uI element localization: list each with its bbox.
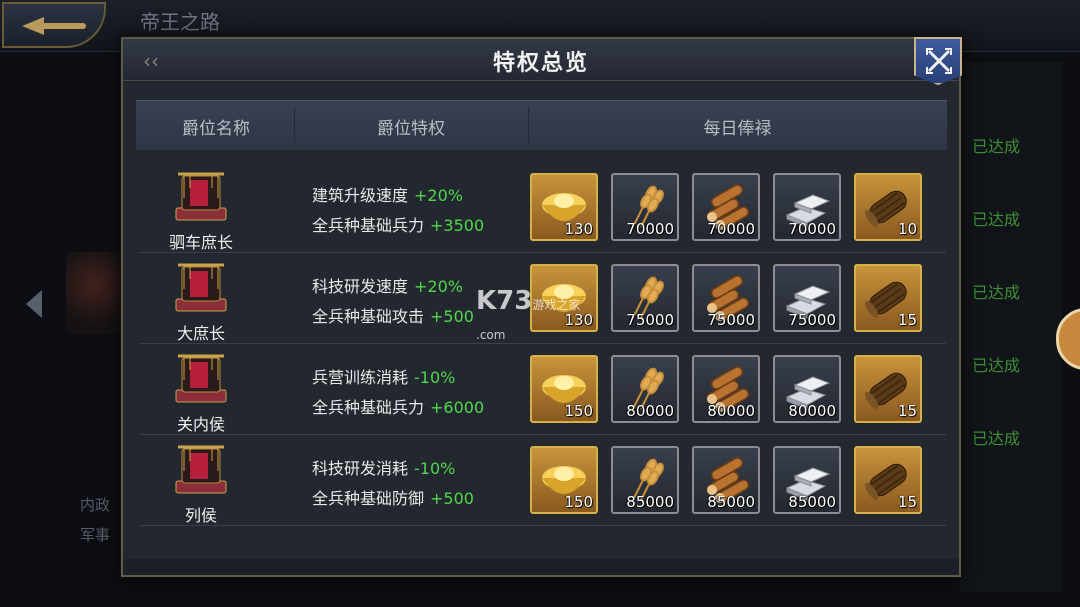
page-title: 帝王之路 [140,10,220,34]
rank-emblem-icon [175,354,227,403]
reward-count: 80000 [626,402,674,420]
reward-count: 75000 [788,311,836,329]
reward-count: 15 [897,311,917,329]
reward-count: 80000 [707,402,755,420]
reward-count: 80000 [788,402,836,420]
reward-item[interactable]: 15 [854,264,922,332]
reward-count: 150 [564,402,593,420]
reward-item[interactable]: 85000 [611,446,679,514]
close-button[interactable] [914,37,962,85]
reward-item[interactable]: 70000 [692,173,760,241]
rank-row: 驷车庶长 建筑升级速度 +20% 全兵种基础兵力 +3500 130 70000 70000 7… [140,163,946,253]
reward-count: 10 [897,220,917,238]
reward-item[interactable]: 80000 [692,355,760,423]
achieved-label: 已达成 [972,210,1021,229]
rank-emblem-icon [175,263,227,312]
privilege-line: 全兵种基础攻击 +500 [312,303,474,327]
rank-icon [168,168,234,226]
privilege-line: 全兵种基础兵力 +3500 [312,212,484,236]
rank-row: 关内侯 兵营训练消耗 -10% 全兵种基础兵力 +6000 150 80000 80000 80… [140,345,946,435]
military-label: 军事 [80,526,111,544]
achieved-label: 已达成 [972,356,1021,375]
rank-name: 关内侯 [176,415,225,434]
domestic-label: 内政 [80,496,111,514]
reward-count: 150 [564,493,593,511]
privilege-line: 全兵种基础兵力 +6000 [312,394,484,418]
privilege-line: 科技研发消耗 -10% [312,455,455,479]
watermark: K73游戏之家 .com [476,286,581,342]
privilege-label: 科技研发消耗 [312,459,409,478]
achieved-label: 已达成 [972,137,1021,156]
reward-count: 75000 [626,311,674,329]
reward-item[interactable]: 75000 [611,264,679,332]
achieved-label: 已达成 [972,429,1021,448]
rank-name: 驷车庶长 [168,233,233,252]
reward-item[interactable]: 10 [854,173,922,241]
reward-item[interactable]: 15 [854,446,922,514]
reward-count: 70000 [788,220,836,238]
back-arrow-icon [22,17,44,35]
rank-icon [168,259,234,317]
reward-item[interactable]: 150 [530,446,598,514]
privilege-value: -10% [414,368,456,387]
reward-count: 70000 [626,220,674,238]
header-daily-salary: 每日俸禄 [703,119,772,139]
privilege-line: 建筑升级速度 +20% [312,182,463,206]
dialog-header: ‹‹ 特权总览 [123,39,959,81]
reward-item[interactable]: 80000 [611,355,679,423]
dialog-title: 特权总览 [492,51,589,76]
privilege-line: 兵营训练消耗 -10% [312,364,455,388]
privilege-line: 全兵种基础防御 +500 [312,485,474,509]
privilege-value: +500 [430,307,474,326]
rank-row: 列侯 科技研发消耗 -10% 全兵种基础防御 +500 150 85000 85000 8500… [140,436,946,526]
privilege-value: +20% [414,186,463,205]
privilege-label: 全兵种基础兵力 [312,216,425,235]
privilege-value: +500 [430,489,474,508]
reward-count: 70000 [707,220,755,238]
rank-icon [168,441,234,499]
reward-item[interactable]: 130 [530,173,598,241]
privilege-label: 全兵种基础兵力 [312,398,425,417]
privilege-value: -10% [414,459,456,478]
reward-item[interactable]: 80000 [773,355,841,423]
privilege-label: 全兵种基础防御 [312,489,425,508]
reward-count: 85000 [788,493,836,511]
reward-item[interactable]: 75000 [692,264,760,332]
reward-item[interactable]: 70000 [611,173,679,241]
header-rank-name: 爵位名称 [182,119,250,139]
reward-item[interactable]: 85000 [692,446,760,514]
reward-item[interactable]: 85000 [773,446,841,514]
privilege-label: 兵营训练消耗 [312,368,409,387]
privilege-value: +6000 [430,398,485,417]
privilege-label: 科技研发速度 [312,277,409,296]
privilege-line: 科技研发速度 +20% [312,273,463,297]
reward-item[interactable]: 15 [854,355,922,423]
privilege-label: 全兵种基础攻击 [312,307,425,326]
reward-item[interactable]: 150 [530,355,598,423]
reward-count: 130 [564,220,593,238]
achieved-label: 已达成 [972,283,1021,302]
header-rank-privilege: 爵位特权 [377,119,445,139]
prev-arrow-icon[interactable] [26,290,42,318]
rank-preview-image [66,252,124,334]
privilege-label: 建筑升级速度 [312,186,409,205]
reward-count: 85000 [626,493,674,511]
privilege-value: +3500 [430,216,485,235]
reward-count: 15 [897,402,917,420]
close-icon [926,48,952,74]
reward-item[interactable]: 70000 [773,173,841,241]
reward-item[interactable]: 75000 [773,264,841,332]
reward-count: 75000 [707,311,755,329]
rank-icon [168,350,234,408]
privilege-value: +20% [414,277,463,296]
rank-name: 大庶长 [176,324,225,343]
reward-count: 15 [897,493,917,511]
reward-count: 85000 [707,493,755,511]
rank-emblem-icon [175,445,227,494]
rank-name: 列侯 [184,506,217,525]
rank-emblem-icon [175,172,227,221]
table-header: 爵位名称 爵位特权 每日俸禄 [136,100,947,150]
